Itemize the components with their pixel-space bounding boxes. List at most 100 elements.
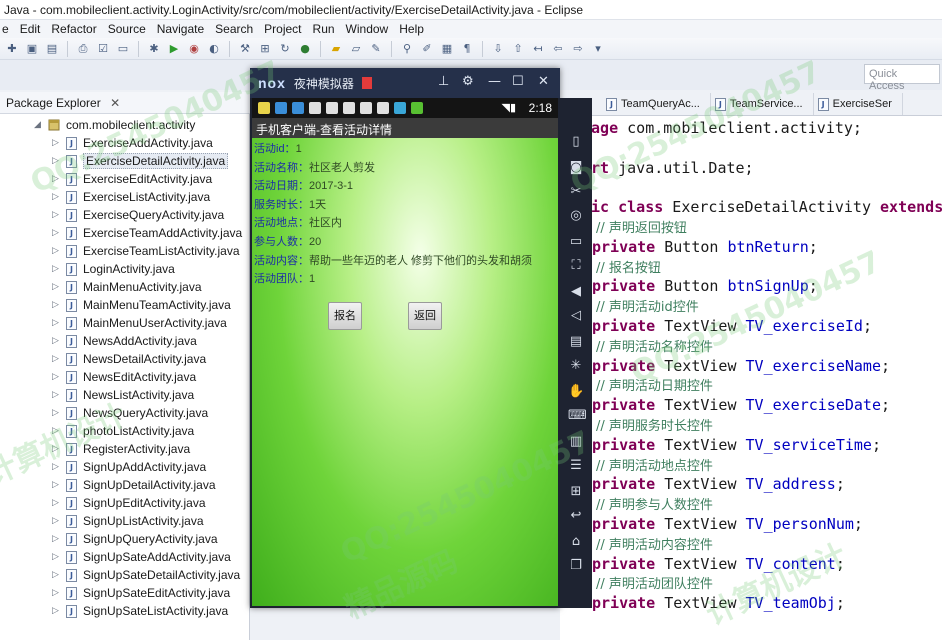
code-area[interactable]: kage com.mobileclient.activity; ort java.… <box>560 118 942 640</box>
menu-run[interactable]: Run <box>313 22 335 36</box>
file-item[interactable]: ▷ J ExerciseTeamListActivity.java <box>0 242 250 260</box>
checkbox-icon[interactable]: ☑ <box>95 41 111 57</box>
expand-arrow-icon[interactable]: ▷ <box>52 552 62 562</box>
maximize-icon[interactable]: ☐ <box>512 74 524 89</box>
expand-arrow-icon[interactable]: ▷ <box>52 516 62 526</box>
file-item[interactable]: ▷ JphotoListActivity.java <box>0 422 250 440</box>
expand-arrow-icon[interactable]: ▷ <box>52 534 62 544</box>
toggle-mark-icon[interactable]: ▦ <box>439 41 455 57</box>
file-item[interactable]: ▷ J SignUpSateDetailActivity.java <box>0 566 250 584</box>
menu-navigate[interactable]: Navigate <box>157 22 204 36</box>
highlight-icon[interactable]: ✐ <box>419 41 435 57</box>
location-icon[interactable]: ◎ <box>568 208 584 224</box>
keyboard-icon[interactable]: ⌨ <box>568 408 587 424</box>
package-node[interactable]: ◢ com.mobileclient.activity <box>0 116 250 134</box>
file-item[interactable]: ▷ J MainMenuTeamActivity.java <box>0 296 250 314</box>
debug-icon[interactable]: ✱ <box>146 41 162 57</box>
print-icon[interactable]: ⎙ <box>75 41 91 57</box>
scissors-icon[interactable]: ✂ <box>568 184 584 200</box>
refresh-icon[interactable]: ↻ <box>277 41 293 57</box>
package-icon[interactable]: ▱ <box>348 41 364 57</box>
menu-search[interactable]: Search <box>215 22 253 36</box>
file-item[interactable]: ▷ J ExerciseAddActivity.java <box>0 134 250 152</box>
menu-help[interactable]: Help <box>399 22 424 36</box>
run-external-icon[interactable]: ◉ <box>186 41 202 57</box>
expand-arrow-icon[interactable]: ▷ <box>52 228 62 238</box>
expand-arrow-icon[interactable]: ▷ <box>52 408 62 418</box>
expand-arrow-icon[interactable]: ▷ <box>52 444 62 454</box>
pencil-icon[interactable]: ✎ <box>368 41 384 57</box>
grid-icon[interactable]: ⊞ <box>257 41 273 57</box>
last-edit-icon[interactable]: ↤ <box>530 41 546 57</box>
expand-arrow-icon[interactable]: ▷ <box>52 354 62 364</box>
close-icon[interactable]: ✕ <box>110 96 120 110</box>
menu-source[interactable]: Source <box>108 22 146 36</box>
expand-arrow-icon[interactable]: ▷ <box>52 192 62 202</box>
menu-refactor[interactable]: Refactor <box>51 22 96 36</box>
expand-icon[interactable]: ⊞ <box>568 484 584 500</box>
save-all-icon[interactable]: ▤ <box>44 41 60 57</box>
class-icon[interactable]: ● <box>297 41 313 57</box>
apk-icon[interactable]: ▤ <box>568 334 584 350</box>
back-nav-icon[interactable]: ↩ <box>568 508 584 524</box>
expand-arrow-icon[interactable]: ▷ <box>52 318 62 328</box>
file-item[interactable]: ▷ J ExerciseListActivity.java <box>0 188 250 206</box>
back-button[interactable]: 返回 <box>408 302 442 330</box>
close-icon[interactable]: ✕ <box>538 74 549 89</box>
menu-edit[interactable]: Edit <box>20 22 41 36</box>
expand-arrow-icon[interactable]: ▷ <box>52 336 62 346</box>
file-item[interactable]: ▷ J SignUpEditActivity.java <box>0 494 250 512</box>
expand-arrow-icon[interactable]: ▷ <box>52 588 62 598</box>
quick-access-field[interactable]: Quick Access <box>864 64 940 92</box>
expand-arrow-icon[interactable]: ▷ <box>52 498 62 508</box>
multi-window-icon[interactable]: ▥ <box>568 434 584 450</box>
editor-tab[interactable]: J TeamQueryAc... <box>602 93 711 115</box>
fullscreen-icon[interactable]: ⛶ <box>568 258 584 274</box>
file-item[interactable]: ▷ J ExerciseQueryActivity.java <box>0 206 250 224</box>
next-annotation-icon[interactable]: ⇩ <box>490 41 506 57</box>
recent-apps-icon[interactable]: ❐ <box>568 558 584 574</box>
back-icon[interactable]: ⇦ <box>550 41 566 57</box>
file-item[interactable]: ▷ J SignUpDetailActivity.java <box>0 476 250 494</box>
open-folder-icon[interactable]: ▰ <box>328 41 344 57</box>
file-item[interactable]: ▷ J NewsQueryActivity.java <box>0 404 250 422</box>
collapse-icon[interactable]: ◢ <box>34 120 44 130</box>
home-icon[interactable]: ⌂ <box>568 534 584 550</box>
file-item[interactable]: ▷ J SignUpListActivity.java <box>0 512 250 530</box>
menu-icon[interactable]: ☰ <box>568 458 584 474</box>
editor-tab[interactable]: J ExerciseSer <box>814 93 903 115</box>
expand-arrow-icon[interactable]: ▷ <box>52 480 62 490</box>
forward-icon[interactable]: ⇨ <box>570 41 586 57</box>
package-explorer-tab[interactable]: Package Explorer ✕ <box>0 92 250 114</box>
new-icon[interactable]: ✚ <box>4 41 20 57</box>
file-item[interactable]: ▷ J ExerciseDetailActivity.java <box>0 152 250 170</box>
file-item[interactable]: ▷ J NewsListActivity.java <box>0 386 250 404</box>
screen-icon[interactable]: ▭ <box>568 234 584 250</box>
expand-arrow-icon[interactable]: ▷ <box>52 372 62 382</box>
file-item[interactable]: ▷ J MainMenuActivity.java <box>0 278 250 296</box>
file-item[interactable]: ▷ J ExerciseEditActivity.java <box>0 170 250 188</box>
expand-arrow-icon[interactable]: ▷ <box>52 264 62 274</box>
coverage-icon[interactable]: ◐ <box>206 41 222 57</box>
chevron-down-icon[interactable]: ▾ <box>590 41 606 57</box>
file-item[interactable]: ▷ J ExerciseTeamAddActivity.java <box>0 224 250 242</box>
robot-icon[interactable]: ◙ <box>568 160 584 176</box>
search-icon[interactable]: ⚲ <box>399 41 415 57</box>
loading-icon[interactable]: ✳ <box>568 358 584 374</box>
expand-arrow-icon[interactable]: ▷ <box>52 570 62 580</box>
file-item[interactable]: ▷ J SignUpSateListActivity.java <box>0 602 250 620</box>
expand-arrow-icon[interactable]: ▷ <box>52 156 62 166</box>
file-item[interactable]: ▷ J NewsDetailActivity.java <box>0 350 250 368</box>
expand-arrow-icon[interactable]: ▷ <box>52 462 62 472</box>
trash-icon[interactable]: ▯ <box>568 134 584 150</box>
expand-arrow-icon[interactable]: ▷ <box>52 246 62 256</box>
signup-button[interactable]: 报名 <box>328 302 362 330</box>
wrench-icon[interactable]: ⚒ <box>237 41 253 57</box>
menu-window[interactable]: Window <box>346 22 389 36</box>
menu-project[interactable]: Project <box>264 22 301 36</box>
file-item[interactable]: ▷ J SignUpQueryActivity.java <box>0 530 250 548</box>
expand-arrow-icon[interactable]: ▷ <box>52 390 62 400</box>
expand-arrow-icon[interactable]: ▷ <box>52 606 62 616</box>
expand-arrow-icon[interactable]: ▷ <box>52 210 62 220</box>
terminal-icon[interactable]: ▭ <box>115 41 131 57</box>
